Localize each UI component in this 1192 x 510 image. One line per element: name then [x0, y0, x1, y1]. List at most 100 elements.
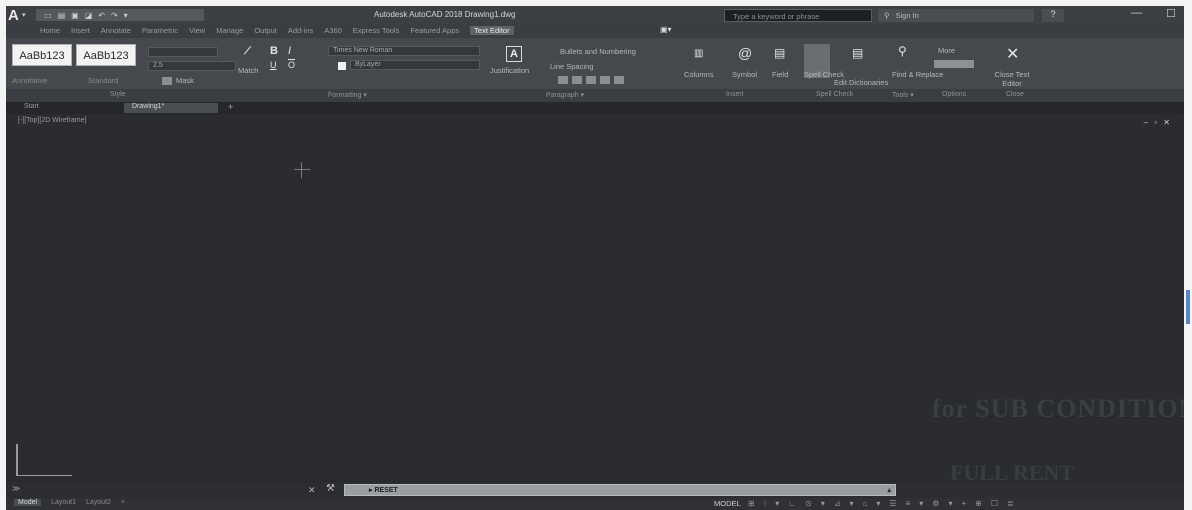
- redo-icon[interactable]: ↷: [111, 11, 118, 20]
- text-height-field[interactable]: 2.5: [148, 61, 236, 71]
- isolate-icon[interactable]: ⊕: [975, 499, 982, 508]
- match-label[interactable]: Match: [238, 66, 258, 75]
- align-left-icon[interactable]: [558, 76, 568, 84]
- minimize-button[interactable]: —: [1131, 7, 1142, 20]
- grid-icon[interactable]: ⊞: [748, 499, 755, 508]
- align-center-icon[interactable]: [572, 76, 582, 84]
- polar-icon[interactable]: ⊙: [805, 499, 812, 508]
- object-snap-dropdown-icon[interactable]: ▾: [876, 499, 880, 508]
- tab-layout1[interactable]: Layout1: [51, 499, 76, 506]
- text-style-annotative-button[interactable]: AaBb123: [12, 44, 72, 66]
- annotation-scale-dropdown-icon[interactable]: ▾: [919, 499, 923, 508]
- mask-icon[interactable]: [162, 77, 172, 85]
- symbol-label[interactable]: Symbol: [732, 70, 757, 79]
- line-spacing-dropdown[interactable]: Line Spacing: [550, 62, 593, 71]
- close-text-editor-label[interactable]: Close Text Editor: [990, 70, 1034, 88]
- edit-dictionaries-icon[interactable]: ▤: [852, 46, 863, 60]
- mask-label[interactable]: Mask: [176, 76, 194, 85]
- customization-menu-icon[interactable]: ≣: [1007, 499, 1014, 508]
- bold-button[interactable]: B: [270, 45, 278, 57]
- isodraft-dropdown-icon[interactable]: ▾: [850, 499, 854, 508]
- align-justify-icon[interactable]: [600, 76, 610, 84]
- qat-dropdown-icon[interactable]: ▾: [124, 11, 128, 20]
- workspace-gear-icon[interactable]: ⚙: [932, 499, 939, 508]
- application-menu-button[interactable]: A: [8, 7, 19, 24]
- object-snap-icon[interactable]: ⌂: [863, 499, 868, 508]
- columns-label[interactable]: Columns: [684, 70, 714, 79]
- tab-express-tools[interactable]: Express Tools: [353, 26, 400, 35]
- text-style-dropdown[interactable]: [148, 47, 218, 57]
- annotation-scale-icon[interactable]: ≡: [906, 499, 911, 508]
- font-dropdown[interactable]: Times New Roman: [328, 46, 480, 56]
- find-replace-icon[interactable]: ⚲: [898, 44, 907, 58]
- field-label[interactable]: Field: [772, 70, 788, 79]
- drawing-area[interactable]: [-][Top][2D Wireframe] – ▫ ✕: [6, 114, 1184, 482]
- model-space-toggle[interactable]: MODEL: [714, 499, 741, 508]
- undo-icon[interactable]: ↶: [98, 11, 105, 20]
- polar-dropdown-icon[interactable]: ▾: [821, 499, 825, 508]
- tab-home[interactable]: Home: [40, 26, 60, 35]
- sign-in-button[interactable]: ⚲ Sign In: [878, 9, 1034, 22]
- find-replace-label[interactable]: Find & Replace: [892, 70, 943, 79]
- color-dropdown[interactable]: ByLayer: [350, 60, 480, 70]
- help-icon[interactable]: ?: [1042, 9, 1064, 22]
- plus-icon[interactable]: +: [961, 499, 966, 508]
- command-input[interactable]: ▸ RESET ▴: [344, 484, 896, 496]
- isodraft-icon[interactable]: ⊿: [834, 499, 841, 508]
- overline-button[interactable]: O: [288, 60, 295, 70]
- new-tab-button[interactable]: +: [228, 102, 233, 112]
- snap-dropdown-icon[interactable]: ▾: [775, 499, 779, 508]
- search-input[interactable]: Type a keyword or phrase: [724, 9, 872, 22]
- tab-add-ins[interactable]: Add-ins: [288, 26, 313, 35]
- bullets-numbering-dropdown[interactable]: Bullets and Numbering: [560, 47, 636, 56]
- tab-layout2[interactable]: Layout2: [86, 499, 111, 506]
- justification-label[interactable]: Justification: [490, 66, 529, 75]
- ribbon-minimize-icon[interactable]: ▣▾: [660, 25, 672, 34]
- text-style-standard-button[interactable]: AaBb123: [76, 44, 136, 66]
- application-menu-arrow-icon[interactable]: ▾: [22, 11, 26, 19]
- tab-featured-apps[interactable]: Featured Apps: [410, 26, 459, 35]
- maximize-button[interactable]: ☐: [1166, 7, 1176, 20]
- align-right-icon[interactable]: [586, 76, 596, 84]
- justification-icon[interactable]: A: [506, 46, 522, 62]
- annotative-label[interactable]: Annotative: [12, 76, 47, 85]
- tab-view[interactable]: View: [189, 26, 205, 35]
- tab-insert[interactable]: Insert: [71, 26, 90, 35]
- match-properties-icon[interactable]: ⟋: [244, 46, 251, 57]
- file-tab-drawing1[interactable]: Drawing1*: [124, 103, 218, 113]
- columns-icon[interactable]: ▥: [694, 48, 703, 59]
- symbol-icon[interactable]: @: [738, 45, 752, 61]
- edit-dictionaries-label[interactable]: Edit Dictionaries: [834, 78, 888, 87]
- options-ruler-button[interactable]: [934, 60, 974, 68]
- open-icon[interactable]: ▤: [58, 11, 66, 20]
- panel-title-paragraph[interactable]: Paragraph ▾: [546, 91, 584, 99]
- tab-model[interactable]: Model: [14, 499, 42, 506]
- tab-text-editor[interactable]: Text Editor: [470, 26, 514, 35]
- panel-title-tools[interactable]: Tools ▾: [892, 91, 914, 99]
- align-distribute-icon[interactable]: [614, 76, 624, 84]
- panel-title-formatting[interactable]: Formatting ▾: [328, 91, 367, 99]
- standard-label[interactable]: Standard: [88, 76, 118, 85]
- save-as-icon[interactable]: ◪: [85, 11, 93, 20]
- recent-commands-icon[interactable]: ▴: [887, 486, 891, 494]
- tab-manage[interactable]: Manage: [216, 26, 243, 35]
- workspace-dropdown-icon[interactable]: ▾: [948, 499, 952, 508]
- lineweight-icon[interactable]: ☰: [889, 499, 896, 508]
- viewport-window-controls[interactable]: – ▫ ✕: [1144, 118, 1172, 127]
- close-text-editor-icon[interactable]: ✕: [1006, 44, 1019, 64]
- more-dropdown[interactable]: More: [938, 46, 955, 55]
- save-icon[interactable]: ▣: [71, 11, 79, 20]
- ortho-icon[interactable]: ∟: [788, 499, 796, 508]
- tab-output[interactable]: Output: [254, 26, 277, 35]
- underline-button[interactable]: U: [270, 60, 277, 70]
- command-line-customize-icon[interactable]: ⚒: [326, 483, 335, 494]
- tab-parametric[interactable]: Parametric: [142, 26, 178, 35]
- tab-a360[interactable]: A360: [324, 26, 342, 35]
- viewport-controls[interactable]: [-][Top][2D Wireframe]: [18, 117, 86, 124]
- snap-icon[interactable]: ⁝: [764, 499, 767, 508]
- field-icon[interactable]: ▤: [774, 46, 785, 60]
- tab-annotate[interactable]: Annotate: [101, 26, 131, 35]
- file-tab-start[interactable]: Start: [10, 103, 60, 113]
- new-icon[interactable]: ▭: [44, 11, 52, 20]
- italic-button[interactable]: I: [288, 45, 291, 57]
